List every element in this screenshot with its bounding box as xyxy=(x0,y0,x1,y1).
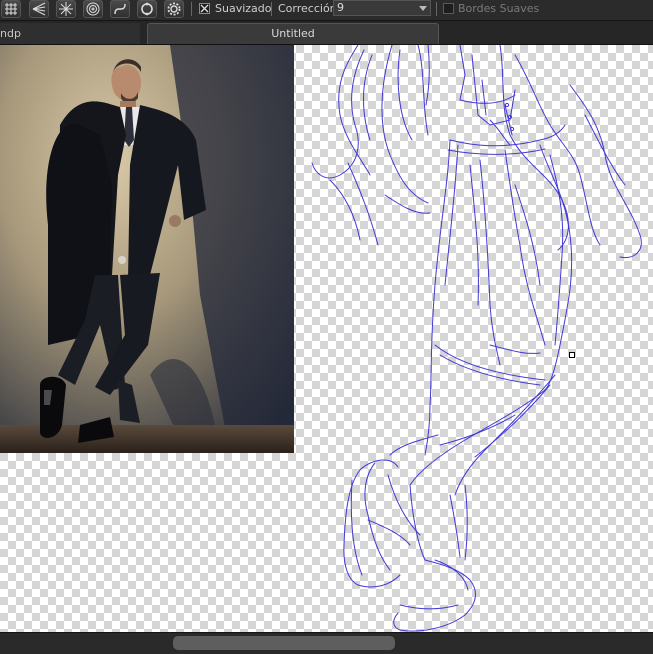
tab-untitled[interactable]: Untitled xyxy=(147,23,439,44)
toolbar-separator xyxy=(271,2,272,16)
check-mark-icon xyxy=(200,4,209,13)
radial-guide-icon xyxy=(59,2,73,16)
ring-guide-icon xyxy=(141,2,153,16)
tool-options-bar: Suavizado Corrección 9 Bordes Suaves xyxy=(0,0,653,21)
reference-photo xyxy=(0,45,294,453)
correction-value: 9 xyxy=(337,1,344,14)
soft-edges-checkbox[interactable] xyxy=(443,3,454,14)
smoothing-checkbox[interactable] xyxy=(199,3,210,14)
curve-guide-button[interactable] xyxy=(110,0,130,18)
grid-guide-button[interactable] xyxy=(1,0,21,18)
document-tab-bar: ndp Untitled xyxy=(0,21,653,45)
toolbar-separator xyxy=(191,2,192,16)
correction-select[interactable]: 9 xyxy=(333,0,431,16)
chevron-down-icon xyxy=(419,6,427,11)
pencil-sketch-layer xyxy=(311,45,642,632)
radial-guide-button[interactable] xyxy=(56,0,76,18)
concentric-guide-icon xyxy=(86,2,100,16)
brush-cursor xyxy=(569,352,575,358)
tab-label: Untitled xyxy=(271,27,315,40)
toolbar-separator xyxy=(436,2,437,16)
horizontal-scrollbar[interactable] xyxy=(0,632,653,654)
perspective-guide-icon xyxy=(32,2,46,16)
concentric-guide-button[interactable] xyxy=(83,0,103,18)
tab-reference-document[interactable]: ndp xyxy=(0,23,140,44)
perspective-guide-button[interactable] xyxy=(29,0,49,18)
curve-guide-icon xyxy=(114,3,126,15)
grid-guide-icon xyxy=(5,3,17,15)
ring-guide-button[interactable] xyxy=(137,0,157,18)
scrollbar-thumb[interactable] xyxy=(173,636,395,650)
smoothing-label: Suavizado xyxy=(215,2,272,15)
tab-label: ndp xyxy=(0,27,21,40)
soft-edges-label: Bordes Suaves xyxy=(458,2,540,15)
settings-gear-icon xyxy=(167,2,181,16)
settings-gear-button[interactable] xyxy=(164,0,184,18)
drawing-canvas[interactable] xyxy=(0,45,653,632)
correction-label: Corrección xyxy=(278,2,337,15)
